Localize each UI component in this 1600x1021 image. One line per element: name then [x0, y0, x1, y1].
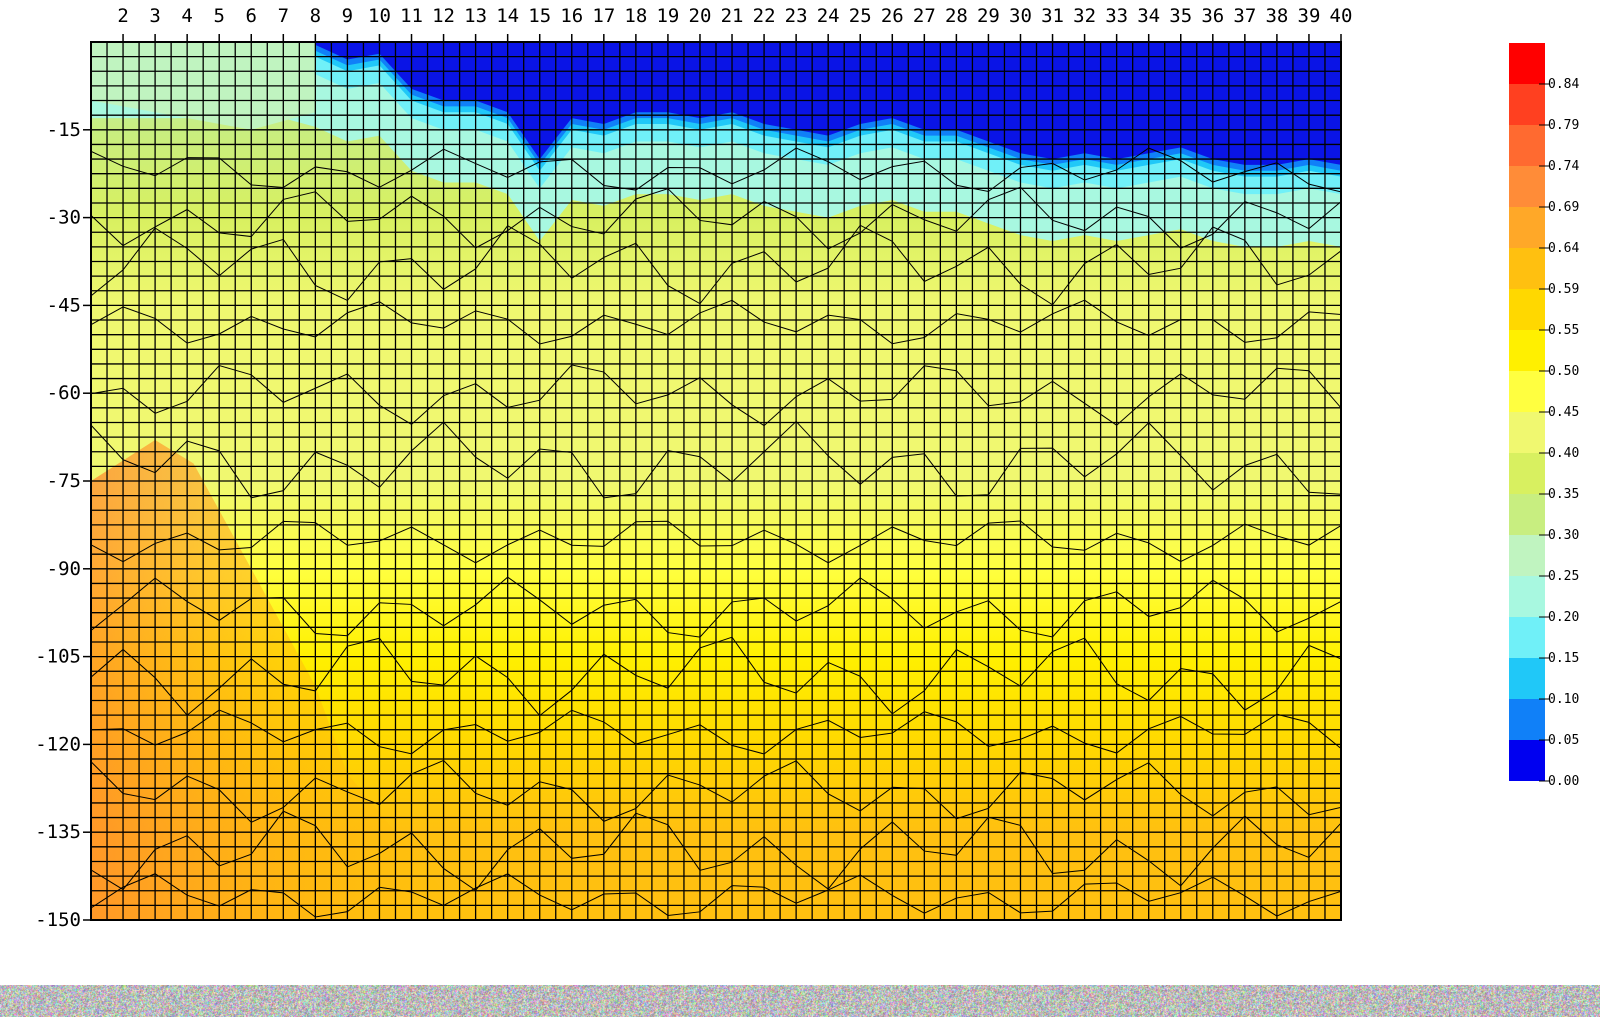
- legend-label: 0.45: [1548, 405, 1579, 420]
- x-tick-label: 14: [496, 5, 519, 27]
- legend-swatch: [1509, 740, 1545, 781]
- legend-swatch: [1509, 453, 1545, 494]
- x-tick-label: 31: [1041, 5, 1064, 27]
- legend-swatch: [1509, 43, 1545, 84]
- y-tick-label: -150: [35, 909, 81, 931]
- x-tick-label: 12: [432, 5, 455, 27]
- noise-strip: [0, 985, 1600, 1017]
- legend-label: 0.84: [1548, 77, 1579, 92]
- legend-swatch: [1509, 617, 1545, 658]
- y-tick-label: -120: [35, 733, 81, 755]
- grid-lines: [91, 42, 1341, 920]
- x-tick-label: 37: [1233, 5, 1256, 27]
- legend-label: 0.25: [1548, 569, 1579, 584]
- x-tick-label: 4: [181, 5, 192, 27]
- legend-label: 0.15: [1548, 651, 1579, 666]
- y-axis: -15 -30 -45 -60 -75 -90 -105 -120 -135 -150: [35, 119, 91, 931]
- x-tick-label: 26: [881, 5, 904, 27]
- legend-swatch: [1509, 330, 1545, 371]
- legend-label: 0.69: [1548, 200, 1579, 215]
- legend-label: 0.64: [1548, 241, 1579, 256]
- x-tick-label: 27: [913, 5, 936, 27]
- legend-swatch: [1509, 535, 1545, 576]
- legend-swatch: [1509, 166, 1545, 207]
- x-tick-label: 35: [1169, 5, 1192, 27]
- x-tick-label: 3: [149, 5, 160, 27]
- y-tick-label: -105: [35, 646, 81, 668]
- y-tick-label: -60: [47, 382, 81, 404]
- legend-swatch: [1509, 248, 1545, 289]
- x-tick-label: 9: [342, 5, 353, 27]
- x-tick-label: 10: [368, 5, 391, 27]
- legend-label: 0.40: [1548, 446, 1579, 461]
- y-tick-label: -15: [47, 119, 81, 141]
- x-tick-label: 7: [278, 5, 289, 27]
- x-tick-label: 39: [1298, 5, 1321, 27]
- x-tick-label: 15: [528, 5, 551, 27]
- x-tick-label: 8: [310, 5, 321, 27]
- x-tick-label: 28: [945, 5, 968, 27]
- x-tick-label: 34: [1137, 5, 1160, 27]
- legend-label: 0.35: [1548, 487, 1579, 502]
- legend-swatch: [1509, 494, 1545, 535]
- x-tick-label: 20: [689, 5, 712, 27]
- legend-swatch: [1509, 289, 1545, 330]
- x-tick-label: 11: [400, 5, 423, 27]
- x-tick-label: 16: [560, 5, 583, 27]
- color-legend: 0.84 0.79 0.74 0.69 0.64 0.59 0.55 0.50 0.45 0.40…: [1509, 43, 1579, 789]
- legend-label: 0.20: [1548, 610, 1579, 625]
- y-tick-label: -90: [47, 558, 81, 580]
- legend-label: 0.00: [1548, 774, 1579, 789]
- plot-area: [90, 41, 1342, 921]
- legend-swatch: [1509, 576, 1545, 617]
- contour-chart: 2 3 4 5 6 7 8 9 10 11 12 13 14 15 16 17 18 19 20 21 22 23 24 25…: [0, 0, 1600, 1017]
- x-tick-label: 21: [721, 5, 744, 27]
- legend-label: 0.10: [1548, 692, 1579, 707]
- legend-swatch: [1509, 84, 1545, 125]
- y-tick-label: -135: [35, 821, 81, 843]
- x-tick-label: 5: [213, 5, 224, 27]
- x-tick-label: 30: [1009, 5, 1032, 27]
- legend-swatch: [1509, 412, 1545, 453]
- x-tick-label: 22: [753, 5, 776, 27]
- legend-label: 0.79: [1548, 118, 1579, 133]
- legend-swatch: [1509, 658, 1545, 699]
- y-tick-label: -45: [47, 294, 81, 316]
- legend-swatch: [1509, 125, 1545, 166]
- x-tick-label: 29: [977, 5, 1000, 27]
- legend-swatch: [1509, 699, 1545, 740]
- x-tick-label: 19: [656, 5, 679, 27]
- legend-label: 0.30: [1548, 528, 1579, 543]
- x-tick-label: 17: [592, 5, 615, 27]
- x-tick-label: 6: [246, 5, 257, 27]
- x-tick-label: 40: [1330, 5, 1353, 27]
- x-tick-label: 23: [785, 5, 808, 27]
- x-tick-label: 38: [1265, 5, 1288, 27]
- x-tick-label: 32: [1073, 5, 1096, 27]
- x-tick-label: 13: [464, 5, 487, 27]
- legend-label: 0.74: [1548, 159, 1579, 174]
- x-tick-label: 24: [817, 5, 840, 27]
- legend-label: 0.05: [1548, 733, 1579, 748]
- x-tick-label: 2: [117, 5, 128, 27]
- x-axis: 2 3 4 5 6 7 8 9 10 11 12 13 14 15 16 17 18 19 20 21 22 23 24 25…: [117, 5, 1352, 42]
- x-tick-label: 25: [849, 5, 872, 27]
- x-tick-label: 18: [624, 5, 647, 27]
- legend-label: 0.55: [1548, 323, 1579, 338]
- x-tick-label: 36: [1201, 5, 1224, 27]
- x-tick-label: 33: [1105, 5, 1128, 27]
- legend-label: 0.59: [1548, 282, 1579, 297]
- legend-swatch: [1509, 371, 1545, 412]
- chart-svg: 2 3 4 5 6 7 8 9 10 11 12 13 14 15 16 17 18 19 20 21 22 23 24 25…: [35, 5, 1579, 931]
- legend-label: 0.50: [1548, 364, 1579, 379]
- y-tick-label: -75: [47, 470, 81, 492]
- y-tick-label: -30: [47, 207, 81, 229]
- legend-swatch: [1509, 207, 1545, 248]
